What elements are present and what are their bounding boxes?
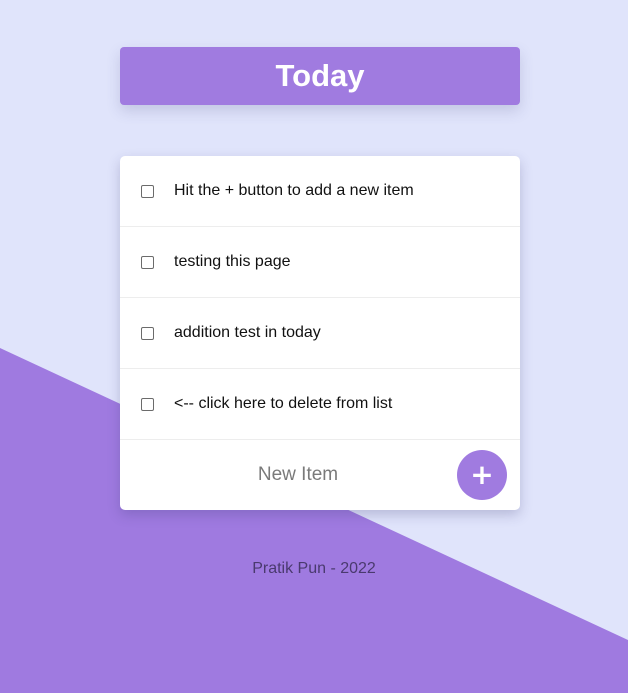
list-item: addition test in today xyxy=(120,298,520,369)
item-checkbox[interactable] xyxy=(141,184,154,198)
list-item: Hit the + button to add a new item xyxy=(120,156,520,227)
heading-box: Today xyxy=(120,47,520,105)
list-item: <-- click here to delete from list xyxy=(120,369,520,440)
new-item-form: + xyxy=(120,440,520,510)
item-checkbox[interactable] xyxy=(141,255,154,269)
item-checkbox[interactable] xyxy=(141,326,154,340)
list-item: testing this page xyxy=(120,227,520,298)
item-text: Hit the + button to add a new item xyxy=(174,182,414,199)
item-text: testing this page xyxy=(174,253,291,270)
new-item-input[interactable] xyxy=(120,440,476,510)
add-item-button[interactable]: + xyxy=(457,450,507,500)
item-checkbox[interactable] xyxy=(141,397,154,411)
footer-credit: Pratik Pun - 2022 xyxy=(252,560,376,577)
todo-list-box: Hit the + button to add a new item testi… xyxy=(120,156,520,510)
item-text: addition test in today xyxy=(174,324,321,341)
item-text: <-- click here to delete from list xyxy=(174,395,393,412)
page-title: Today xyxy=(275,58,365,93)
